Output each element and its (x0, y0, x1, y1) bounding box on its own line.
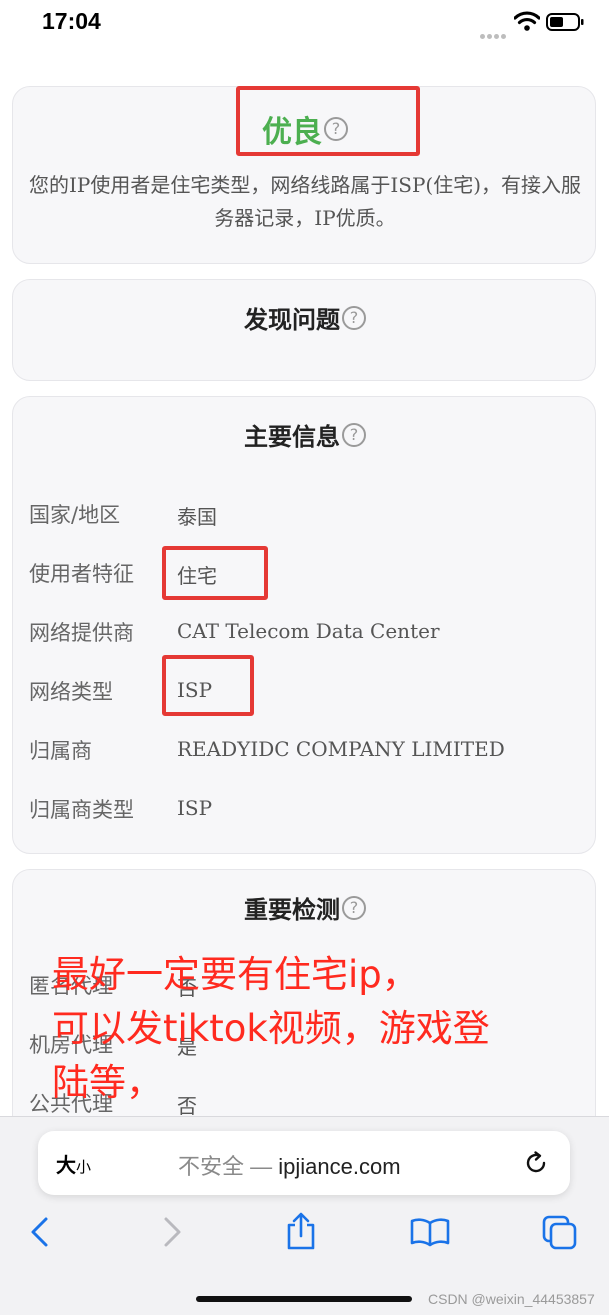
highlight-box-network-type (162, 655, 254, 716)
checks-header: 重要检测? (13, 890, 597, 925)
watermark: CSDN @weixin_44453857 (428, 1291, 595, 1307)
main-info-header: 主要信息? (13, 417, 597, 452)
url-display[interactable]: 不安全 — ipjiance.com (178, 1149, 401, 1181)
info-key: 使用者特征 (29, 562, 134, 586)
info-key: 网络提供商 (29, 621, 134, 645)
share-icon[interactable] (284, 1211, 318, 1251)
info-value: 泰国 (177, 505, 217, 529)
reload-icon[interactable] (522, 1149, 550, 1177)
status-time: 17:04 (42, 8, 101, 34)
checks-title: 重要检测 (244, 896, 340, 924)
highlight-box-rating (236, 86, 420, 156)
annotation-line: 最好一定要有住宅ip， (52, 953, 419, 996)
help-icon[interactable]: ? (342, 895, 366, 920)
info-value: READYIDC COMPANY LIMITED (177, 737, 505, 761)
text-size-small: 小 (76, 1159, 92, 1176)
wifi-icon (514, 11, 540, 31)
main-info-card: 主要信息? 国家/地区 泰国 使用者特征 住宅 网络提供商 CAT Teleco… (12, 396, 596, 854)
info-key: 归属商 (29, 739, 92, 763)
battery-icon (546, 13, 584, 31)
info-value: ISP (177, 796, 213, 820)
cellular-signal-icon (480, 24, 510, 39)
info-value: CAT Telecom Data Center (177, 619, 440, 643)
text-size-button[interactable]: 大小 (56, 1149, 91, 1178)
forward-icon[interactable] (160, 1215, 184, 1249)
issues-header: 发现问题? (13, 300, 597, 335)
info-key: 网络类型 (29, 680, 113, 704)
text-size-large: 大 (56, 1155, 76, 1177)
annotation-text: 最好一定要有住宅ip， 可以发tiktok视频，游戏登 陆等， (52, 948, 572, 1110)
issues-title: 发现问题 (244, 306, 340, 334)
info-key: 国家/地区 (29, 503, 121, 527)
bookmarks-icon[interactable] (410, 1217, 450, 1247)
highlight-box-user-type (162, 546, 268, 600)
address-bar[interactable]: 大小 不安全 — ipjiance.com (38, 1131, 570, 1195)
annotation-line: 陆等， (52, 1061, 163, 1104)
main-info-title: 主要信息 (244, 423, 340, 451)
home-indicator[interactable] (196, 1296, 412, 1302)
help-icon[interactable]: ? (342, 422, 366, 447)
back-icon[interactable] (28, 1215, 52, 1249)
tabs-icon[interactable] (542, 1215, 578, 1251)
annotation-line: 可以发tiktok视频，游戏登 (52, 1007, 490, 1050)
status-bar: 17:04 (0, 0, 609, 50)
insecure-label: 不安全 — (178, 1154, 273, 1179)
help-icon[interactable]: ? (342, 305, 366, 330)
rating-description: 您的IP使用者是住宅类型，网络线路属于ISP(住宅)，有接入服务器记录，IP优质… (28, 173, 582, 230)
browser-toolbar: 大小 不安全 — ipjiance.com (0, 1116, 609, 1315)
url-domain: ipjiance.com (278, 1154, 401, 1179)
info-key: 归属商类型 (29, 798, 134, 822)
issues-card: 发现问题? (12, 279, 596, 381)
